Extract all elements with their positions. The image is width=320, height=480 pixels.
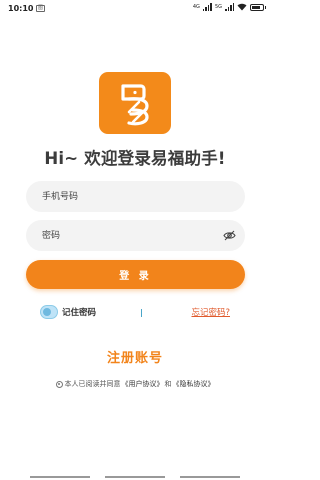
yi-logo-icon [121,84,149,126]
remember-password-toggle[interactable]: 记住密码 [40,304,96,320]
signal-icon [202,3,212,11]
privacy-policy-link[interactable]: 《隐私协议》 [173,379,215,389]
remember-checkbox[interactable] [40,305,58,319]
remember-label: 记住密码 [62,308,97,318]
agreement-radio[interactable] [55,380,63,388]
battery-icon [250,3,266,11]
login-button[interactable]: 登 录 [26,260,245,289]
user-agreement-link[interactable]: 《用户协议》 [122,379,164,389]
phone-input[interactable] [42,181,222,212]
status-icons: 4G 5G [192,3,266,11]
agreement-conjunction: 和 [164,380,172,388]
password-input[interactable] [42,220,222,251]
divider-mark [141,309,142,317]
eye-hidden-icon[interactable] [223,230,236,241]
status-bar: 10:10 图 4G 5G [0,0,270,18]
phone-field-container [26,181,245,212]
agreement-prefix: 本人已阅读并同意 [64,380,121,388]
welcome-title: Hi~ 欢迎登录易福助手! [44,149,226,168]
forgot-password-link[interactable]: 忘记密码? [191,306,230,318]
password-field-container [26,220,245,251]
gallery-notification-icon: 图 [36,5,45,12]
signal-icon-2 [225,3,234,11]
wifi-icon [237,3,247,11]
register-link[interactable]: 注册账号 [0,347,270,366]
network-type-label-2: 5G [214,3,222,10]
bottom-indicator [0,476,270,478]
agreement-row: 本人已阅读并同意 《用户协议》 和 《隐私协议》 [0,379,270,389]
status-time: 10:10 [8,4,34,13]
app-logo [99,72,171,134]
network-type-label: 4G [192,3,200,10]
